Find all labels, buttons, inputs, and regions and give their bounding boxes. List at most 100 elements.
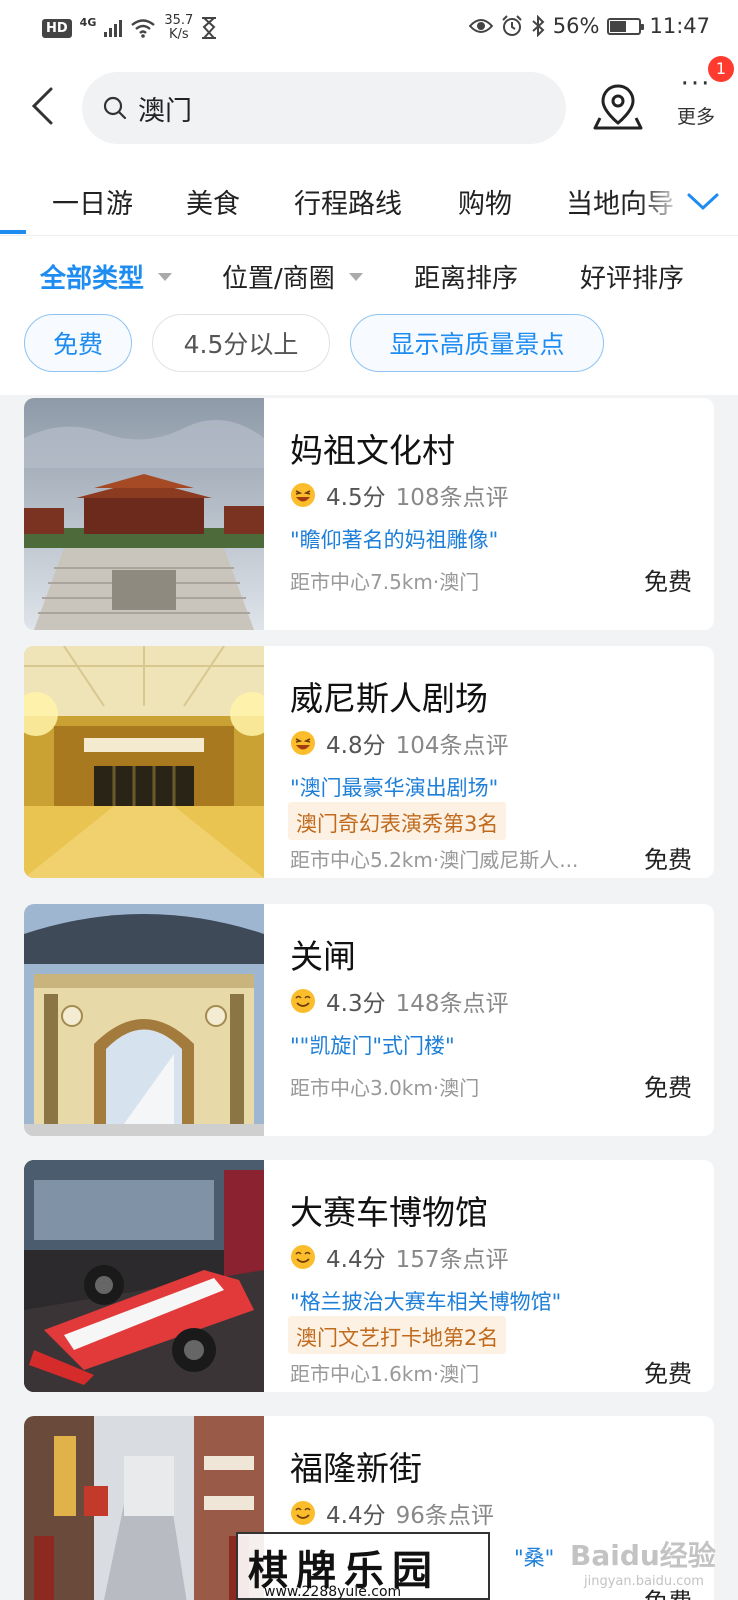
smiling-face-icon <box>291 1245 315 1269</box>
attraction-card[interactable]: 大赛车博物馆 4.4分 157条点评 "格兰披治大赛车相关博物馆" 澳门文艺打卡… <box>24 1160 714 1392</box>
attraction-card[interactable]: 关闸 4.3分 148条点评 ""凯旋门"式门楼" 距市中心3.0km·澳门 免… <box>24 904 714 1136</box>
tab-shopping[interactable]: 购物 <box>458 182 512 221</box>
hd-icon: HD <box>42 18 72 38</box>
sort-distance-label: 距离排序 <box>414 264 519 294</box>
top-area: HD 4G 35.7 K/s 56% 11:47 澳门 ··· 更多 1 一日游… <box>0 0 738 395</box>
filter-location[interactable]: 位置/商圈 <box>222 258 363 295</box>
smiling-face-icon <box>291 1501 315 1525</box>
attraction-photo <box>24 646 264 878</box>
network-speed: 35.7 K/s <box>164 14 193 42</box>
watermark-url: www.2288yule.com <box>264 1584 402 1600</box>
sort-rating-label: 好评排序 <box>580 264 685 294</box>
rating-score: 4.4分 <box>326 1503 386 1529</box>
map-button[interactable] <box>592 80 644 132</box>
rating-score: 4.3分 <box>326 991 386 1017</box>
smiling-face-icon <box>291 989 315 1013</box>
notification-badge: 1 <box>708 56 734 82</box>
ranking-badge: 澳门文艺打卡地第2名 <box>288 1316 507 1354</box>
battery-percent: 56% <box>552 14 600 38</box>
review-count: 96条点评 <box>395 1503 494 1529</box>
sort-distance[interactable]: 距离排序 <box>414 258 518 295</box>
chip-high-quality[interactable]: 显示高质量景点 <box>350 314 604 372</box>
battery-icon <box>607 17 645 35</box>
chevron-down-icon[interactable] <box>686 188 720 214</box>
highlight-quote: "瞻仰著名的妈祖雕像" <box>290 528 499 552</box>
map-pin-icon <box>593 84 643 130</box>
sort-rating[interactable]: 好评排序 <box>580 258 684 295</box>
laughing-face-icon <box>291 731 315 755</box>
attraction-card[interactable]: 妈祖文化村 4.5分 108条点评 "瞻仰著名的妈祖雕像" 距市中心7.5km·… <box>24 398 714 630</box>
review-count: 157条点评 <box>395 1247 509 1273</box>
clock: 11:47 <box>649 14 710 38</box>
category-tabs: 一日游 美食 行程路线 购物 当地向导 <box>0 168 738 236</box>
attraction-photo <box>24 398 264 630</box>
rating-row: 4.4分 96条点评 <box>290 1496 494 1530</box>
distance-info: 距市中心5.2km·澳门威尼斯人... <box>290 848 579 872</box>
rating-row: 4.3分 148条点评 <box>290 984 508 1018</box>
filter-location-label: 位置/商圈 <box>222 264 335 294</box>
baidu-watermark-url: jingyan.baidu.com <box>584 1574 704 1589</box>
highlight-quote: "桑" <box>514 1546 555 1570</box>
laughing-face-icon <box>291 483 315 507</box>
review-count: 104条点评 <box>395 733 509 759</box>
tab-itinerary[interactable]: 行程路线 <box>294 182 402 221</box>
price-label: 免费 <box>644 846 692 874</box>
price-label: 免费 <box>644 1074 692 1102</box>
wifi-icon <box>131 19 156 38</box>
speed-unit: K/s <box>168 27 189 42</box>
ranking-badge: 澳门奇幻表演秀第3名 <box>288 802 507 840</box>
status-right: 56% 11:47 <box>468 14 710 38</box>
attraction-name: 妈祖文化村 <box>290 431 455 470</box>
tab-day-tour[interactable]: 一日游 <box>52 182 133 221</box>
caret-down-icon <box>158 272 173 281</box>
filter-type[interactable]: 全部类型 <box>40 258 173 295</box>
baidu-watermark: Baidu经验 <box>570 1539 716 1572</box>
rating-score: 4.5分 <box>326 485 386 511</box>
rating-row: 4.8分 104条点评 <box>290 726 508 760</box>
rating-row: 4.4分 157条点评 <box>290 1240 508 1274</box>
network-type: 4G <box>79 15 97 29</box>
active-tab-indicator <box>0 230 26 234</box>
search-icon <box>103 96 127 120</box>
watermark-stamp: 棋牌乐园 www.2288yule.com <box>236 1532 490 1600</box>
distance-info: 距市中心7.5km·澳门 <box>290 570 480 594</box>
attraction-photo <box>24 904 264 1136</box>
rating-score: 4.8分 <box>326 733 386 759</box>
attraction-name: 福隆新街 <box>290 1449 422 1488</box>
price-label: 免费 <box>644 1360 692 1388</box>
search-query: 澳门 <box>138 95 192 127</box>
distance-info: 距市中心3.0km·澳门 <box>290 1076 480 1100</box>
rating-row: 4.5分 108条点评 <box>290 478 508 512</box>
eye-icon <box>468 19 493 33</box>
rating-score: 4.4分 <box>326 1247 386 1273</box>
chip-rating[interactable]: 4.5分以上 <box>152 314 330 372</box>
signal-icon <box>104 19 123 37</box>
review-count: 108条点评 <box>395 485 509 511</box>
highlight-quote: ""凯旋门"式门楼" <box>290 1034 455 1058</box>
attraction-photo <box>24 1416 264 1600</box>
chip-free[interactable]: 免费 <box>24 314 132 372</box>
attraction-name: 威尼斯人剧场 <box>290 679 488 718</box>
highlight-quote: "格兰披治大赛车相关博物馆" <box>290 1290 562 1314</box>
review-count: 148条点评 <box>395 991 509 1017</box>
filter-row: 全部类型 位置/商圈 距离排序 好评排序 <box>0 254 738 304</box>
distance-info: 距市中心1.6km·澳门 <box>290 1362 480 1386</box>
hourglass-icon <box>202 17 217 39</box>
caret-down-icon <box>348 272 363 281</box>
attraction-name: 关闸 <box>290 937 356 976</box>
back-button[interactable] <box>22 84 62 128</box>
attraction-card[interactable]: 威尼斯人剧场 4.8分 104条点评 "澳门最豪华演出剧场" 澳门奇幻表演秀第3… <box>24 646 714 878</box>
tab-food[interactable]: 美食 <box>186 182 240 221</box>
alarm-icon <box>502 15 522 36</box>
more-button[interactable]: ··· 更多 1 <box>668 56 734 140</box>
attraction-name: 大赛车博物馆 <box>290 1193 488 1232</box>
more-label: 更多 <box>676 106 715 128</box>
attraction-photo <box>24 1160 264 1392</box>
price-label: 免费 <box>644 568 692 596</box>
search-input[interactable]: 澳门 <box>82 72 566 144</box>
filter-type-label: 全部类型 <box>40 264 145 294</box>
status-left: HD 4G 35.7 K/s <box>42 14 217 42</box>
back-arrow-icon <box>31 87 53 125</box>
highlight-quote: "澳门最豪华演出剧场" <box>290 776 499 800</box>
status-bar: HD 4G 35.7 K/s 56% 11:47 <box>0 0 738 56</box>
